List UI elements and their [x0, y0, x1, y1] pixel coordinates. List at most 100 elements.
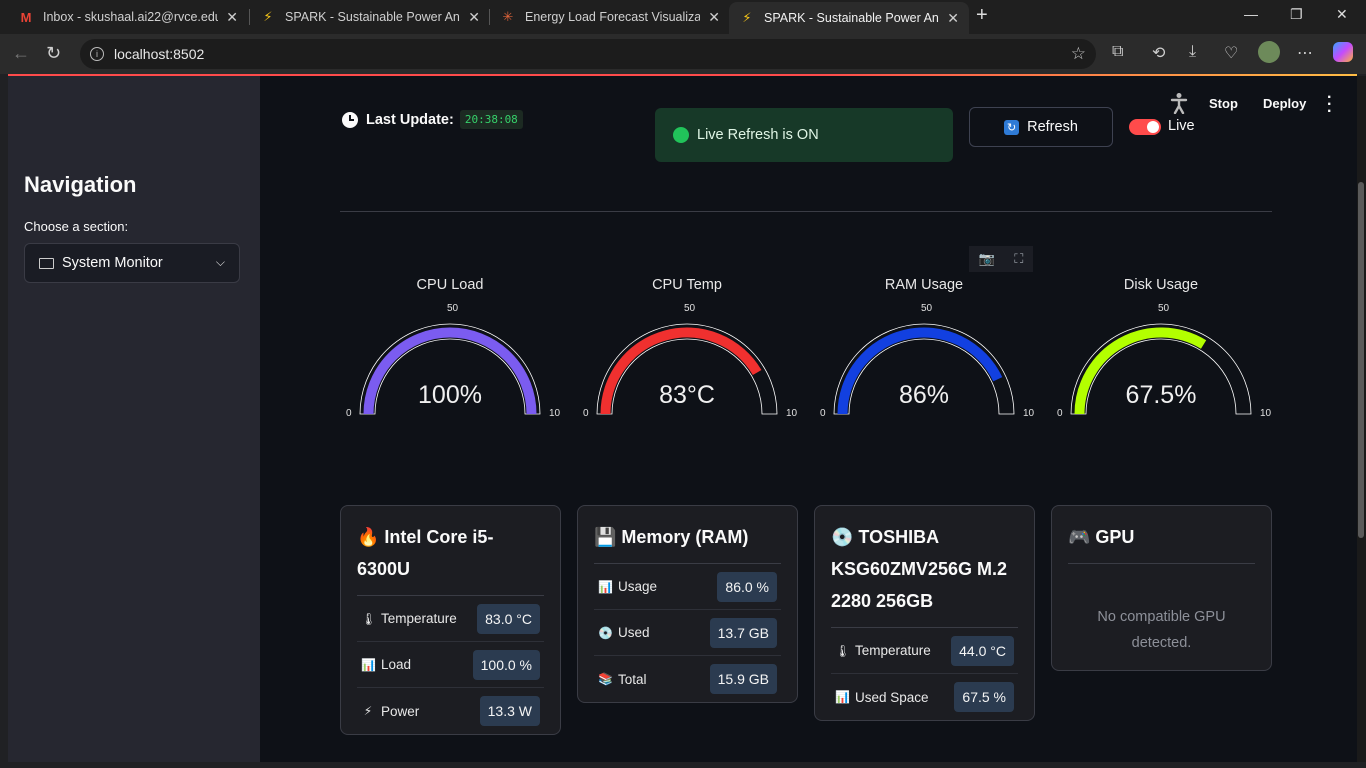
extensions-icon[interactable]: ⧉ — [1112, 43, 1123, 61]
card-row: 📊 Used Space 67.5 % — [831, 674, 1018, 720]
gauge-value: 100% — [418, 381, 482, 409]
gauge-value: 86% — [898, 381, 950, 409]
back-icon[interactable]: ← — [12, 43, 30, 64]
deploy-button[interactable]: Deploy — [1263, 96, 1306, 111]
tab-spark-active[interactable]: ⚡ SPARK - Sustainable Power Analysis ✕ — [729, 2, 969, 34]
star-icon[interactable]: ☆ — [1071, 44, 1086, 64]
gauge-cpu-load: CPU Load 100% 50 0 10 — [340, 266, 576, 436]
history-icon[interactable]: ⟲ — [1152, 43, 1165, 63]
gauge-tick-max: 10 — [549, 408, 561, 419]
card-title: 💿 TOSHIBA KSG60ZMV256G M.2 2280 256GB — [831, 506, 1018, 628]
gauge-tick-min: 0 — [1057, 408, 1063, 419]
camera-icon[interactable]: 📷 — [979, 251, 995, 267]
bolt-icon: ⚡ — [742, 10, 752, 25]
url-bar[interactable]: i localhost:8502 ☆ — [80, 39, 1096, 69]
tab-title: SPARK - Sustainable Power Analysis — [764, 11, 939, 25]
maximize-icon[interactable]: ❐ — [1290, 6, 1303, 23]
reload-icon[interactable]: ↻ — [46, 43, 61, 64]
card-title: 🔥 Intel Core i5-6300U — [357, 506, 544, 596]
row-label: Used — [618, 625, 650, 640]
close-window-icon[interactable]: ✕ — [1336, 6, 1348, 23]
health-icon[interactable]: ♡ — [1224, 43, 1238, 63]
tab-energy-forecast[interactable]: ✳ Energy Load Forecast Visualization ✕ — [490, 4, 730, 30]
gauge-tick-max: 10 — [1023, 408, 1035, 419]
row-value: 86.0 % — [717, 571, 777, 602]
cpu-card: 🔥 Intel Core i5-6300U 🌡 Temperature 83.0 … — [340, 505, 561, 735]
running-man-icon — [1170, 93, 1188, 114]
thermometer-icon: 🌡 — [835, 643, 851, 658]
section-select[interactable]: System Monitor ⌵ — [24, 243, 240, 283]
card-title: 🎮 GPU — [1068, 506, 1255, 564]
bolt-icon: ⚡ — [263, 9, 273, 24]
gauge-tick-mid: 50 — [447, 303, 459, 314]
row-value: 13.3 W — [479, 696, 540, 726]
gauge-value: 67.5% — [1125, 381, 1197, 409]
live-toggle[interactable] — [1129, 119, 1161, 135]
gauge-chart — [596, 323, 778, 415]
row-value: 13.7 GB — [709, 617, 777, 648]
chart-icon: 📊 — [835, 690, 850, 704]
gmail-icon: M — [20, 9, 32, 25]
row-label: Usage — [618, 579, 658, 594]
close-tab-icon[interactable]: ✕ — [468, 9, 480, 26]
card-row: 🌡 Temperature 83.0 °C — [357, 596, 544, 642]
stop-button[interactable]: Stop — [1209, 96, 1238, 111]
chart-icon: 📊 — [598, 579, 613, 594]
section-select-label: Choose a section: — [24, 219, 129, 234]
gauge-tick-min: 0 — [346, 408, 352, 419]
disk-card: 💿 TOSHIBA KSG60ZMV256G M.2 2280 256GB 🌡 T… — [814, 505, 1035, 721]
gauge-tick-mid: 50 — [921, 303, 933, 314]
gauge-disk-usage: Disk Usage 67.5% 50 0 10 — [1051, 266, 1287, 436]
gauge-tick-min: 0 — [820, 408, 826, 419]
gauge-chart — [359, 323, 541, 415]
card-row: 📊 Usage 86.0 % — [594, 564, 781, 610]
close-tab-icon[interactable]: ✕ — [947, 10, 959, 27]
fullscreen-icon[interactable]: ⛶ — [1014, 251, 1023, 267]
clock-icon — [342, 111, 358, 128]
row-value: 100.0 % — [472, 649, 540, 680]
gauge-row: CPU Load 100% 50 0 10 CPU Temp 83°C 50 0… — [340, 266, 1280, 436]
card-row: 🌡 Temperature 44.0 °C — [831, 628, 1018, 674]
card-row: 📚 Total 15.9 GB — [594, 656, 781, 702]
row-label: Temperature — [381, 611, 457, 626]
scrollbar[interactable] — [1357, 76, 1366, 762]
sidebar: Navigation Choose a section: System Moni… — [8, 76, 260, 762]
books-icon: 📚 — [598, 672, 613, 686]
row-value: 15.9 GB — [709, 664, 777, 694]
card-row: 💿 Used 13.7 GB — [594, 610, 781, 656]
address-bar-row: ← ↻ i localhost:8502 ☆ ⧉ ⟲ ⤓ ♡ ⋯ — [0, 34, 1366, 74]
copilot-icon[interactable] — [1333, 42, 1353, 62]
row-value: 83.0 °C — [477, 603, 540, 634]
last-update: Last Update: 20:38:08 — [342, 110, 523, 129]
refresh-button[interactable]: ↻ Refresh — [969, 107, 1113, 147]
close-tab-icon[interactable]: ✕ — [708, 9, 720, 26]
live-status-text: Live Refresh is ON — [697, 127, 819, 143]
new-tab-icon[interactable]: + — [976, 4, 988, 27]
main-menu-icon[interactable]: · · · — [1327, 90, 1332, 120]
tab-inbox[interactable]: M Inbox - skushaal.ai22@rvce.edu.in ✕ — [8, 4, 248, 30]
profile-avatar[interactable] — [1258, 41, 1280, 63]
card-row: ⚡ Power 13.3 W — [357, 688, 544, 734]
gauge-tick-mid: 50 — [1158, 303, 1170, 314]
thermometer-icon: 🌡 — [361, 611, 377, 626]
close-tab-icon[interactable]: ✕ — [226, 9, 238, 26]
monitor-icon — [39, 257, 54, 269]
no-gpu-message: No compatible GPU detected. — [1097, 609, 1226, 651]
info-icon[interactable]: i — [90, 47, 104, 61]
card-title: 💾 Memory (RAM) — [594, 506, 781, 564]
url-text: localhost:8502 — [114, 46, 205, 62]
card-row: 📊 Load 100.0 % — [357, 642, 544, 688]
more-icon[interactable]: ⋯ — [1297, 43, 1313, 63]
row-value: 67.5 % — [954, 682, 1014, 712]
gauge-ram-usage: RAM Usage 86% 50 0 10 — [814, 266, 1050, 436]
tab-title: Inbox - skushaal.ai22@rvce.edu.in — [43, 10, 219, 24]
download-icon[interactable]: ⤓ — [1189, 43, 1196, 61]
green-circle-icon — [673, 127, 689, 143]
tab-spark[interactable]: ⚡ SPARK - Sustainable Power Analysis ✕ — [250, 4, 490, 30]
tab-title: Energy Load Forecast Visualization — [525, 10, 701, 24]
gauge-cpu-temp: CPU Temp 83°C 50 0 10 — [577, 266, 813, 436]
scrollbar-thumb[interactable] — [1358, 182, 1364, 538]
minimize-icon[interactable]: — — [1244, 6, 1258, 22]
gauge-chart — [833, 323, 1015, 415]
live-status-banner: Live Refresh is ON — [655, 108, 953, 162]
